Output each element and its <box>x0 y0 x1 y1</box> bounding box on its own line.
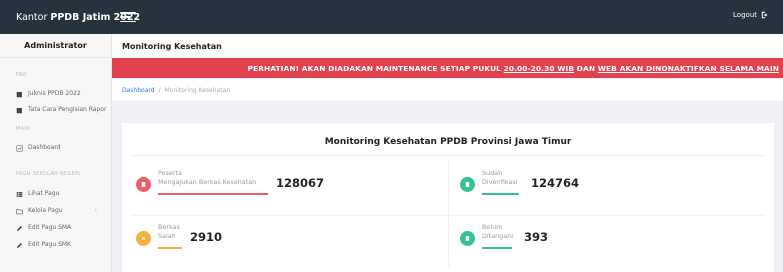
brand-logo[interactable]: Kantor PPDB Jatim 2022 <box>0 11 140 23</box>
stat-underline <box>158 247 182 249</box>
stat-label-line1: Belum <box>482 223 503 231</box>
error-icon <box>136 231 151 246</box>
sidebar-item-label: Lihat Pagu <box>28 190 60 197</box>
breadcrumb-dashboard-link[interactable]: Dashboard <box>122 87 155 94</box>
breadcrumb-current: Monitoring Kesehatan <box>164 86 231 94</box>
pencil-icon <box>16 225 23 232</box>
sidebar-item-label: Edit Pagu SMK <box>28 241 71 248</box>
chevron-right-icon: › <box>94 207 97 214</box>
stat-label-line1: Sudah <box>482 169 503 177</box>
sidebar-item-edit-pagu-smk[interactable]: Edit Pagu SMK <box>0 241 111 249</box>
sidebar-item-label: Tata Cara Pengisian Rapor <box>28 106 107 113</box>
dashboard-icon <box>16 144 23 152</box>
top-navbar: Kantor PPDB Jatim 2022 Logout <box>0 0 783 34</box>
sidebar-section-main: MAIN <box>16 126 31 132</box>
stat-label-line2: Mengajukan Berkas Kesehatan <box>158 178 257 186</box>
menu-toggle-icon[interactable] <box>120 12 136 22</box>
stat-label: Sudah Diverifikasi <box>482 169 517 187</box>
sidebar-item-dashboard[interactable]: Dashboard <box>0 144 111 152</box>
stat-peserta: Peserta Mengajukan Berkas Kesehatan 1280… <box>132 167 432 209</box>
sidebar-item-label: Juknis PPDB 2022 <box>28 90 81 97</box>
logout-button[interactable]: Logout <box>733 11 769 19</box>
alert-web: WEB AKAN DINONAKTIFKAN SELAMA MAIN <box>597 63 779 73</box>
alert-prefix: PERHATIAN! AKAN DIADAKAN MAINTENANCE SET… <box>247 63 504 73</box>
card-title: Monitoring Kesehatan PPDB Provinsi Jawa … <box>324 137 572 147</box>
sidebar-item-label: Edit Pagu SMA <box>28 224 72 231</box>
stat-value: 393 <box>524 230 549 244</box>
sidebar-section-pagu: PAGU SEKOLAH NEGERI <box>16 171 81 177</box>
sidebar-item-juknis[interactable]: Juknis PPDB 2022 <box>0 90 111 98</box>
sidebar-item-label: Dashboard <box>28 144 61 151</box>
sidebar-item-label: Kelola Pagu <box>28 207 63 214</box>
monitoring-card: Monitoring Kesehatan PPDB Provinsi Jawa … <box>122 123 774 272</box>
stat-underline <box>158 193 268 195</box>
stat-label: Belum Ditangani <box>482 223 513 241</box>
book-icon <box>16 91 23 98</box>
table-icon <box>16 191 23 198</box>
stat-value: 124764 <box>531 176 580 190</box>
sidebar-item-kelola-pagu[interactable]: Kelola Pagu › <box>0 207 111 215</box>
sidebar-header: Administrator <box>0 34 111 58</box>
pencil-icon <box>16 242 23 249</box>
stat-label: Peserta Mengajukan Berkas Kesehatan <box>158 169 256 187</box>
stat-label: Berkas Salah <box>158 223 180 241</box>
stat-sudah-diverifikasi: Sudah Diverifikasi 124764 <box>456 167 756 209</box>
stat-label-line1: Berkas <box>158 223 180 231</box>
breadcrumb-separator: / <box>158 86 161 94</box>
book-icon <box>16 107 23 114</box>
stat-divider-horizontal <box>132 215 764 216</box>
sidebar-item-edit-pagu-sma[interactable]: Edit Pagu SMA <box>0 224 111 232</box>
stat-berkas-salah: Berkas Salah 2910 <box>132 221 432 263</box>
sidebar-section-faq: FAQ <box>16 72 27 78</box>
stat-belum-ditangani: Belum Ditangani 393 <box>456 221 756 263</box>
sidebar-item-tata-cara[interactable]: Tata Cara Pengisian Rapor <box>0 106 111 114</box>
pending-icon <box>460 231 475 246</box>
stat-label-line2: Diverifikasi <box>482 178 518 186</box>
page-title: Monitoring Kesehatan <box>112 34 783 58</box>
brand-prefix: Kantor <box>16 11 51 23</box>
logout-icon <box>761 11 768 19</box>
maintenance-alert: PERHATIAN! AKAN DIADAKAN MAINTENANCE SET… <box>112 58 783 78</box>
sidebar: Administrator FAQ Juknis PPDB 2022 Tata … <box>0 34 112 272</box>
stat-label-line2: Salah <box>158 232 176 240</box>
stat-value: 128067 <box>276 176 325 190</box>
stat-divider-vertical <box>448 161 449 267</box>
sidebar-item-lihat-pagu[interactable]: Lihat Pagu <box>0 190 111 198</box>
document-icon <box>136 177 151 192</box>
logout-label: Logout <box>733 11 757 19</box>
card-title-divider <box>132 155 764 156</box>
stat-value: 2910 <box>190 230 223 244</box>
stat-label-line2: Ditangani <box>482 232 513 240</box>
stat-underline <box>482 247 512 249</box>
stat-underline <box>482 193 519 195</box>
check-document-icon <box>460 177 475 192</box>
alert-mid: DAN <box>574 63 598 73</box>
folder-icon <box>16 208 23 215</box>
stat-label-line1: Peserta <box>158 169 182 177</box>
alert-text: PERHATIAN! AKAN DIADAKAN MAINTENANCE SET… <box>248 64 779 73</box>
alert-time: 20.00-20.30 WIB <box>503 63 575 73</box>
breadcrumb: Dashboard / Monitoring Kesehatan <box>112 79 783 101</box>
